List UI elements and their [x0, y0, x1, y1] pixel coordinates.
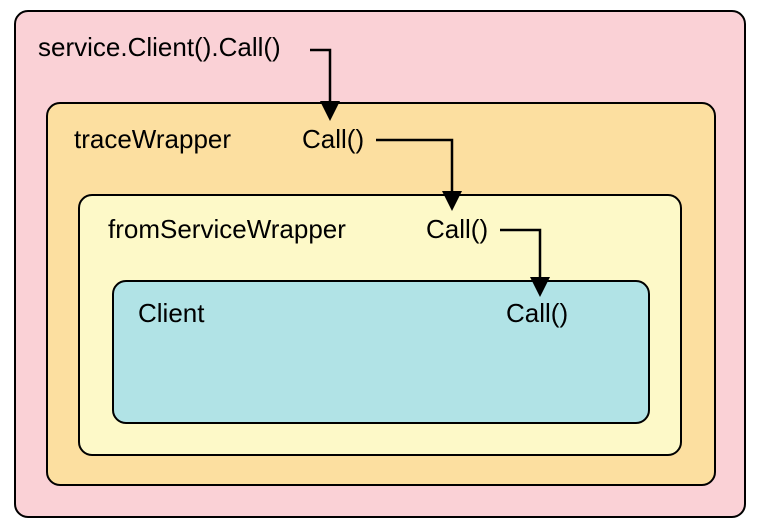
tracewrapper-call: Call(): [302, 124, 364, 155]
outer-title: service.Client().Call(): [38, 32, 281, 63]
fromservicewrapper-label: fromServiceWrapper: [108, 214, 346, 245]
client-label: Client: [138, 298, 204, 329]
client-call: Call(): [506, 298, 568, 329]
tracewrapper-label: traceWrapper: [74, 124, 231, 155]
fromservicewrapper-call: Call(): [426, 214, 488, 245]
